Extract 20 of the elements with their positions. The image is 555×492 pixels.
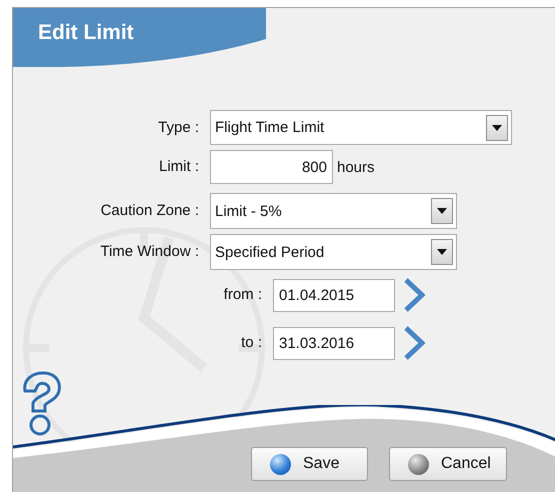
- field-label: from :: [222, 286, 263, 304]
- unit-label: hours: [337, 158, 375, 176]
- field-label: Time Window :: [99, 243, 200, 261]
- dropdown-field[interactable]: Specified Period: [210, 234, 457, 270]
- input-field[interactable]: 800: [210, 150, 333, 184]
- dialog-title: Edit Limit: [38, 20, 134, 46]
- field-label: to :: [240, 334, 263, 352]
- sphere-icon: [408, 454, 429, 474]
- dropdown-field[interactable]: Limit - 5%: [210, 193, 457, 229]
- field-label: Caution Zone :: [100, 202, 200, 220]
- dialog-button[interactable]: Cancel: [389, 447, 507, 481]
- date-field[interactable]: 01.04.2015: [273, 278, 395, 312]
- dialog-button[interactable]: Save: [251, 447, 368, 481]
- dropdown-field[interactable]: Flight Time Limit: [210, 110, 512, 145]
- chevron-right-icon[interactable]: [403, 326, 425, 360]
- field-label: Type :: [157, 118, 200, 136]
- date-field[interactable]: 31.03.2016: [273, 326, 395, 360]
- chevron-right-icon[interactable]: [403, 278, 425, 312]
- field-label: Limit :: [158, 158, 200, 176]
- sphere-icon: [270, 454, 291, 474]
